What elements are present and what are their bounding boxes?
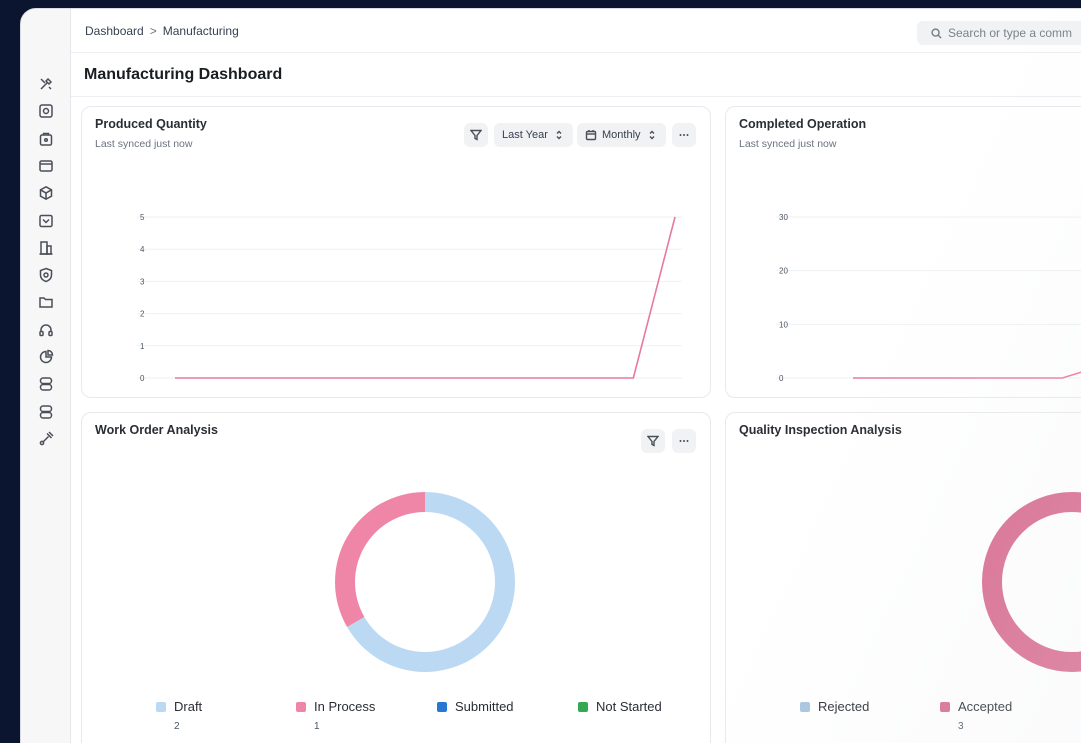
legend-label: Draft: [174, 699, 203, 714]
page-title: Manufacturing Dashboard: [84, 66, 283, 83]
y-tick-label: 0: [140, 374, 145, 383]
y-tick-label: 4: [140, 245, 145, 254]
top-bar: Dashboard > Manufacturing Search or type…: [71, 9, 1081, 53]
package-icon[interactable]: [35, 128, 57, 150]
legend-item-submitted[interactable]: Submitted: [437, 699, 514, 714]
divider: [71, 96, 1081, 97]
cube-icon[interactable]: [35, 182, 57, 204]
card-title: Produced Quantity: [95, 117, 207, 131]
y-tick-label: 20: [779, 267, 788, 276]
legend-swatch: [940, 702, 950, 712]
headset-icon[interactable]: [35, 319, 57, 341]
breadcrumb-manufacturing[interactable]: Manufacturing: [163, 24, 239, 38]
folder-icon[interactable]: [35, 291, 57, 313]
chevron-updown-icon: [556, 130, 562, 140]
y-tick-label: 3: [140, 277, 145, 286]
interval-select[interactable]: Monthly: [577, 123, 666, 147]
sidebar: [21, 9, 71, 743]
legend-label: Accepted: [958, 699, 1013, 714]
legend-item-rejected[interactable]: Rejected: [800, 699, 869, 714]
series-line: [175, 216, 676, 379]
donut-slice-in-process[interactable]: [335, 492, 425, 627]
legend-count: 3: [958, 721, 964, 732]
legend-swatch: [437, 702, 447, 712]
legend-swatch: [578, 702, 588, 712]
building-icon[interactable]: [35, 237, 57, 259]
y-tick-label: 0: [779, 374, 784, 383]
eye-box-icon[interactable]: [35, 100, 57, 122]
app-window: Dashboard > Manufacturing Search or type…: [20, 8, 1081, 743]
produced-quantity-chart: 012345Dec 2023Mar 2024Jun 2024Sep 2024: [137, 213, 682, 383]
more-options-button[interactable]: [672, 429, 696, 453]
card-title: Completed Operation: [739, 117, 867, 131]
legend-swatch: [156, 702, 166, 712]
legend-swatch: [800, 702, 810, 712]
y-tick-label: 5: [140, 213, 145, 222]
legend-label: Rejected: [818, 699, 870, 714]
pie-icon[interactable]: [35, 346, 57, 368]
series-line: [853, 371, 1081, 379]
legend-item-draft[interactable]: Draft 2: [156, 699, 202, 732]
period-label: Last Year: [502, 129, 548, 141]
card-subtitle: Last synced just now: [95, 138, 193, 150]
legend-item-accepted[interactable]: Accepted 3: [940, 699, 1012, 732]
legend-count: 1: [314, 721, 320, 732]
legend-count: 2: [174, 721, 180, 732]
y-tick-label: 30: [779, 213, 788, 222]
work-order-donut-chart: [335, 492, 515, 672]
legend-label: Not Started: [596, 699, 662, 714]
satellite-icon[interactable]: [35, 428, 57, 450]
card-title: Work Order Analysis: [95, 423, 218, 437]
legend-item-in-process[interactable]: In Process 1: [296, 699, 375, 732]
more-icon: [679, 440, 689, 442]
interval-label: Monthly: [602, 129, 641, 141]
tools-icon[interactable]: [35, 73, 57, 95]
legend-label: Submitted: [455, 699, 514, 714]
quality-inspection-card: Quality Inspection Analysis Rejected Acce…: [725, 412, 1081, 743]
more-icon: [679, 134, 689, 136]
search-input[interactable]: Search or type a comm: [917, 21, 1081, 45]
search-icon: [931, 27, 942, 39]
donut-slice-accepted[interactable]: [982, 492, 1081, 672]
inbox-icon[interactable]: [35, 210, 57, 232]
chevron-updown-icon: [649, 130, 655, 140]
y-tick-label: 10: [779, 320, 788, 329]
quality-inspection-donut-chart: [982, 492, 1081, 672]
filter-button[interactable]: [464, 123, 488, 147]
search-placeholder: Search or type a comm: [948, 26, 1073, 40]
breadcrumb-separator: >: [149, 24, 157, 38]
y-tick-label: 1: [140, 342, 145, 351]
calendar-icon: [585, 130, 597, 141]
breadcrumb-dashboard[interactable]: Dashboard: [85, 24, 144, 38]
work-order-analysis-card: Work Order Analysis Draft 2 In Process 1 Sub…: [81, 412, 711, 743]
y-tick-label: 2: [140, 310, 145, 319]
legend-item-not-started[interactable]: Not Started: [578, 699, 662, 714]
filter-icon: [470, 129, 482, 141]
completed-operation-chart: 0102030Quarter 4 2023Quarter 2 2024: [776, 213, 1081, 383]
breadcrumb: Dashboard > Manufacturing: [85, 24, 239, 38]
shield-icon[interactable]: [35, 264, 57, 286]
server-icon[interactable]: [35, 373, 57, 395]
filter-button[interactable]: [641, 429, 665, 453]
produced-quantity-card: Produced Quantity Last synced just now L…: [81, 106, 711, 398]
server-icon[interactable]: [35, 401, 57, 423]
legend-swatch: [296, 702, 306, 712]
filter-icon: [647, 435, 659, 447]
card-icon[interactable]: [35, 155, 57, 177]
legend-label: In Process: [314, 699, 376, 714]
completed-operation-card: Completed Operation Last synced just now…: [725, 106, 1081, 398]
card-subtitle: Last synced just now: [739, 138, 837, 150]
card-title: Quality Inspection Analysis: [739, 423, 902, 437]
more-options-button[interactable]: [672, 123, 696, 147]
period-select[interactable]: Last Year: [494, 123, 573, 147]
